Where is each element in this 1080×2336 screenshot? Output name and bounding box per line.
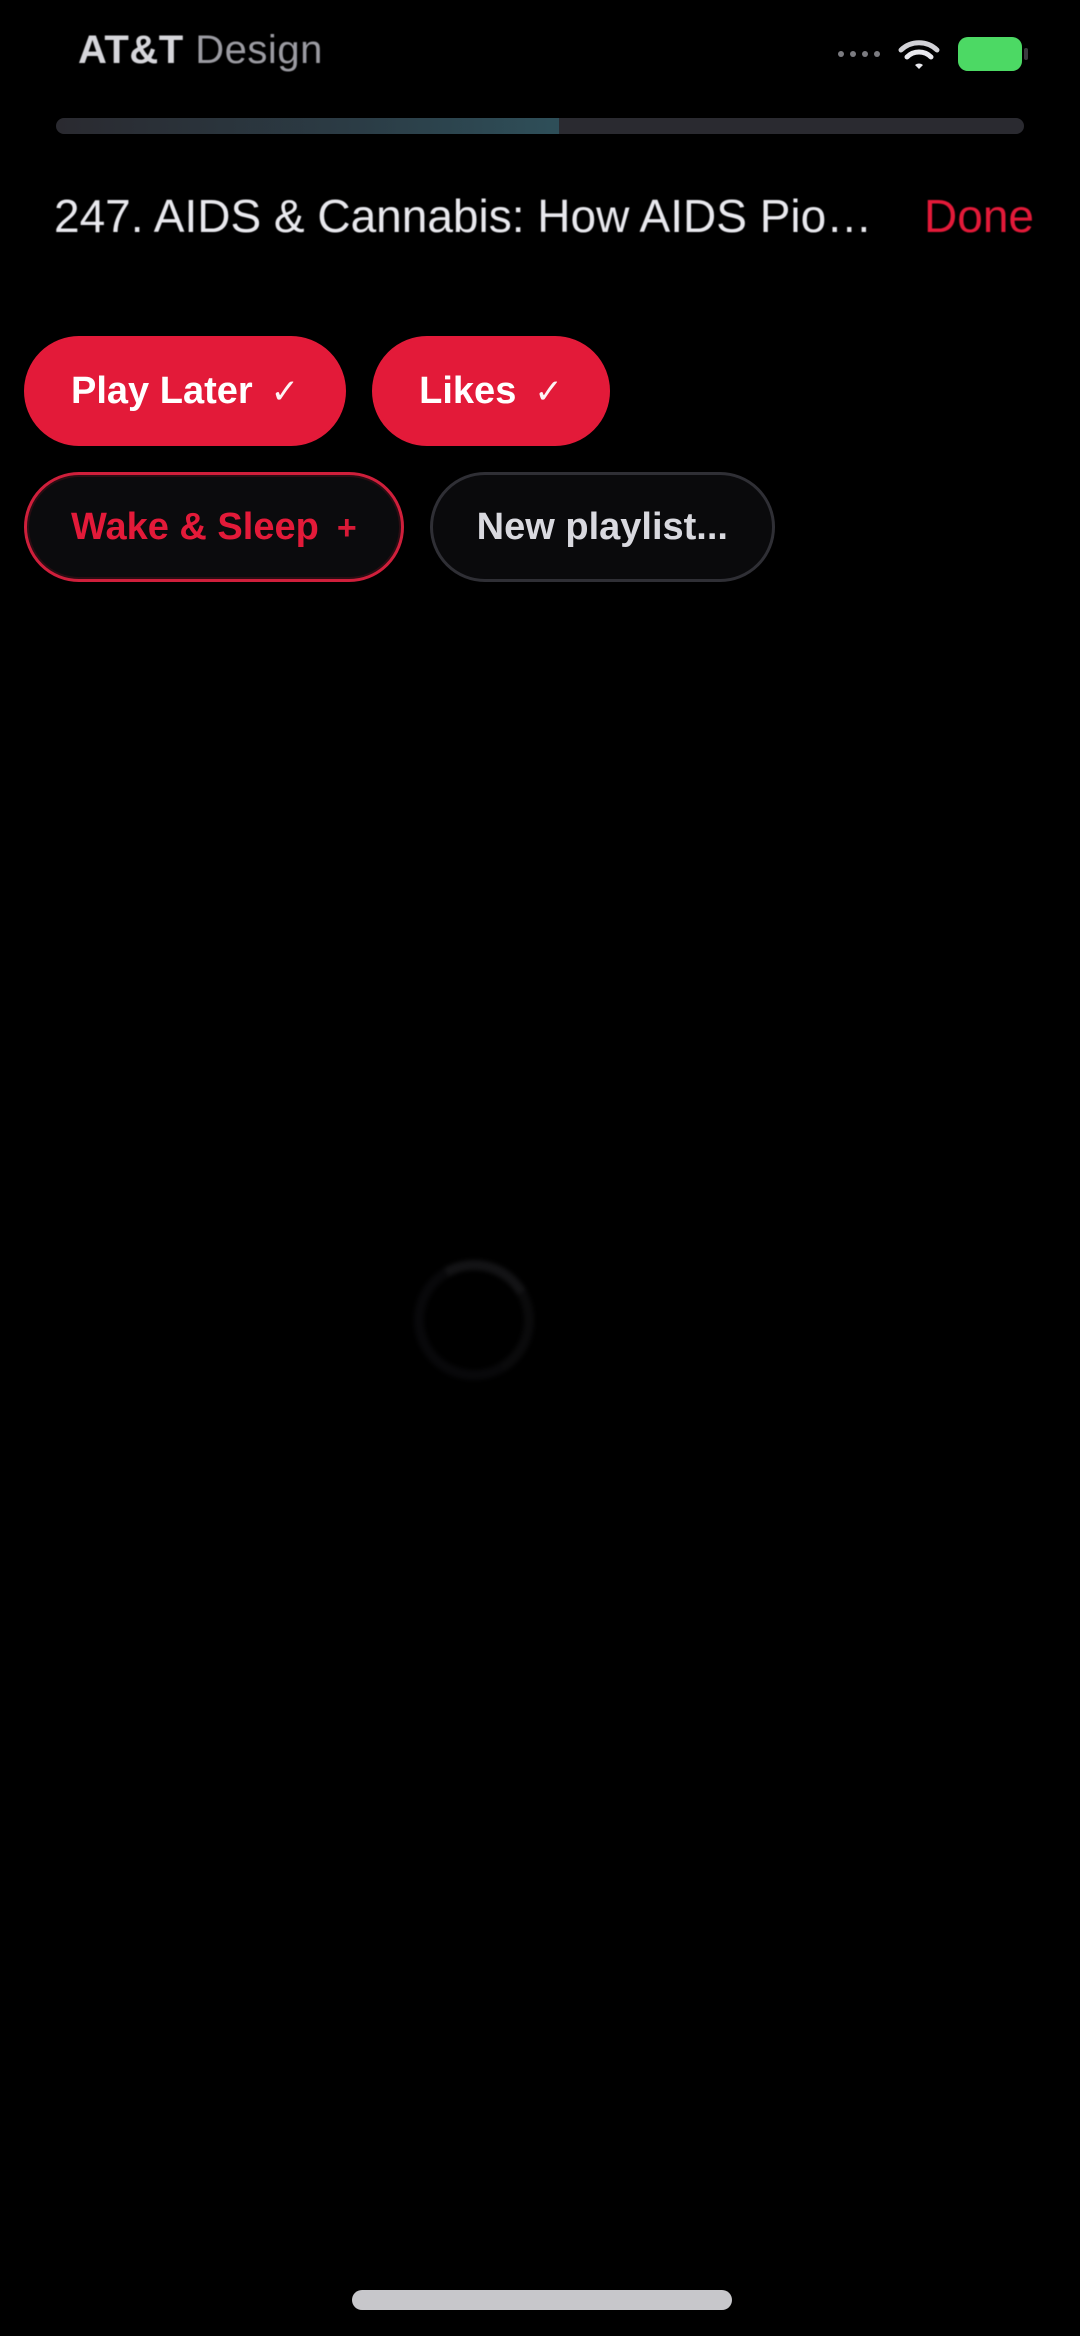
battery-icon <box>958 37 1028 71</box>
done-button[interactable]: Done <box>924 189 1034 243</box>
checkmark-icon: ✓ <box>534 373 563 411</box>
playback-scrubber[interactable] <box>56 118 1024 134</box>
chip-wake-sleep[interactable]: Wake & Sleep + <box>24 472 404 582</box>
episode-title: 247. AIDS & Cannabis: How AIDS Pione... <box>54 190 894 242</box>
chip-label: Wake & Sleep <box>71 505 319 548</box>
checkmark-icon: ✓ <box>270 373 300 411</box>
signal-dot <box>862 51 868 57</box>
wifi-icon <box>898 40 940 69</box>
signal-dot <box>850 51 856 57</box>
playlist-chips: Play Later ✓ Likes ✓ Wake & Sleep + New … <box>24 336 1056 582</box>
carrier-text: AT&T <box>78 28 184 72</box>
signal-dot <box>874 51 880 57</box>
status-carrier: AT&T Design <box>78 28 323 73</box>
chip-row-2: Wake & Sleep + New playlist... <box>24 472 1056 582</box>
signal-dot <box>838 51 844 57</box>
loading-spinner-icon <box>400 1246 548 1394</box>
status-bar: AT&T Design <box>0 0 1080 110</box>
carrier-suffix: Design <box>195 28 323 72</box>
status-icons <box>838 36 1028 72</box>
chip-label: Likes <box>419 369 517 412</box>
sheet-header: 247. AIDS & Cannabis: How AIDS Pione... … <box>54 188 1034 244</box>
plus-icon: + <box>336 509 357 547</box>
chip-row-1: Play Later ✓ Likes ✓ <box>24 336 1056 446</box>
chip-play-later[interactable]: Play Later ✓ <box>24 336 347 446</box>
playback-progress-fill <box>56 118 560 134</box>
home-indicator <box>352 2290 732 2310</box>
chip-label: Play Later <box>71 369 253 412</box>
chip-likes[interactable]: Likes ✓ <box>372 336 610 446</box>
signal-dots-icon <box>838 49 880 59</box>
chip-new-playlist[interactable]: New playlist... <box>429 472 775 582</box>
chip-label: New playlist... <box>476 505 728 548</box>
